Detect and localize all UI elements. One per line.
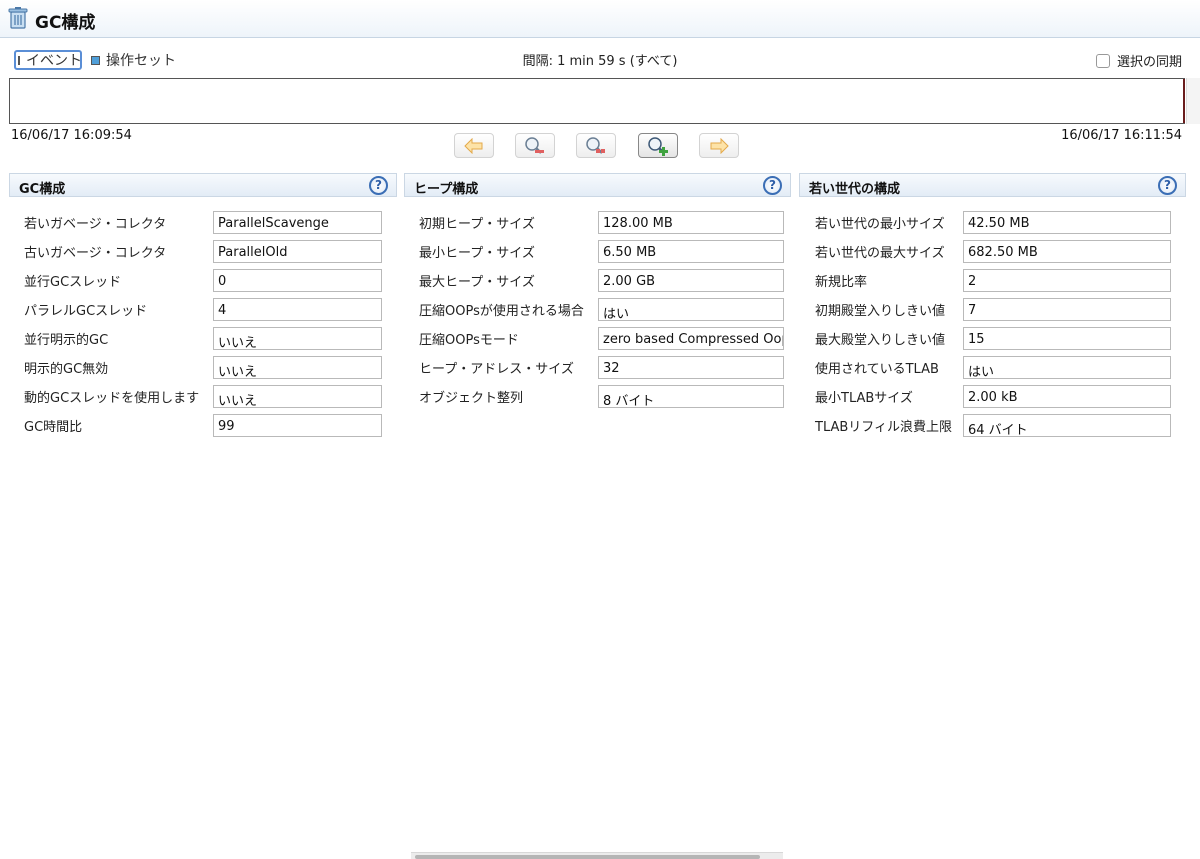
young-row-value[interactable]: 682.50 MB xyxy=(963,240,1171,263)
young-row-label: 最大殿堂入りしきい値 xyxy=(815,333,946,348)
gc-row-label: 若いガベージ・コレクタ xyxy=(24,217,167,232)
sync-selection-label: 選択の同期 xyxy=(1116,55,1182,70)
range-toolbar: イベント 操作セット 間隔: 1 min 59 s (すべて) 選択の同期 xyxy=(0,46,1200,72)
gc-row-value[interactable]: いいえ xyxy=(213,356,382,379)
heap-row-label: 最大ヒープ・サイズ xyxy=(419,275,535,290)
young-row-value[interactable]: 42.50 MB xyxy=(963,211,1171,234)
timeline-scrollbar[interactable] xyxy=(1186,78,1200,124)
heap-panel-horizontal-scrollbar[interactable] xyxy=(411,852,783,859)
sync-selection-checkbox[interactable] xyxy=(1095,53,1110,68)
gc-row-label: 明示的GC無効 xyxy=(24,362,109,377)
gc-config-panel-header: GC構成 ? xyxy=(9,173,397,197)
heap-row-label: オブジェクト整列 xyxy=(419,391,524,406)
gc-row-value[interactable]: ParallelOld xyxy=(213,240,382,263)
gc-row-value[interactable]: いいえ xyxy=(213,385,382,408)
heap-row-label: 初期ヒープ・サイズ xyxy=(419,217,535,232)
gc-row-value[interactable]: 0 xyxy=(213,269,382,292)
title-bar: GC構成 xyxy=(0,0,1200,38)
sync-selection-toggle[interactable]: 選択の同期 xyxy=(1095,51,1182,70)
heap-row-value[interactable]: 128.00 MB xyxy=(598,211,784,234)
heap-row-label: 圧縮OOPsが使用される場合 xyxy=(419,304,584,319)
zoom-reset-icon xyxy=(586,136,605,154)
young-gen-panel-header: 若い世代の構成 ? xyxy=(799,173,1186,197)
young-gen-help-icon[interactable]: ? xyxy=(1158,176,1177,195)
timeline-range-chart[interactable] xyxy=(9,78,1185,124)
gc-row-value[interactable]: 4 xyxy=(213,298,382,321)
back-button[interactable] xyxy=(454,133,494,158)
zoom-out-icon xyxy=(525,136,544,154)
gc-row-value[interactable]: ParallelScavenge xyxy=(213,211,382,234)
young-row-value[interactable]: 15 xyxy=(963,327,1171,350)
young-row-label: TLABリフィル浪費上限 xyxy=(815,420,953,435)
zoom-reset-button[interactable] xyxy=(576,133,616,158)
young-row-label: 若い世代の最小サイズ xyxy=(815,217,945,232)
zoom-out-button[interactable] xyxy=(515,133,555,158)
heap-row-label: 最小ヒープ・サイズ xyxy=(419,246,535,261)
gc-row-value[interactable]: いいえ xyxy=(213,327,382,350)
gc-row-label: パラレルGCスレッド xyxy=(24,304,148,319)
gc-row-label: GC時間比 xyxy=(24,420,83,435)
young-row-label: 若い世代の最大サイズ xyxy=(815,246,945,261)
timeline-start-time: 16/06/17 16:09:54 xyxy=(11,128,132,143)
trash-can-icon xyxy=(8,7,28,29)
heap-row-label: 圧縮OOPsモード xyxy=(419,333,519,348)
heap-row-label: ヒープ・アドレス・サイズ xyxy=(419,362,574,377)
gc-config-panel-title: GC構成 xyxy=(19,182,66,197)
young-row-value[interactable]: 2 xyxy=(963,269,1171,292)
young-row-label: 新規比率 xyxy=(815,275,868,290)
young-row-label: 使用されているTLAB xyxy=(815,362,939,377)
gc-row-label: 動的GCスレッドを使用します xyxy=(24,391,200,406)
gc-row-label: 古いガベージ・コレクタ xyxy=(24,246,167,261)
scrollbar-thumb[interactable] xyxy=(415,855,760,859)
forward-arrow-icon xyxy=(710,137,729,154)
gc-row-label: 並行GCスレッド xyxy=(24,275,122,290)
young-row-value[interactable]: 64 バイト xyxy=(963,414,1171,437)
heap-row-value[interactable]: 8 バイト xyxy=(598,385,784,408)
interval-label: 間隔: 1 min 59 s (すべて) xyxy=(522,54,678,69)
timeline-selection-handle[interactable] xyxy=(1183,79,1185,123)
young-row-value[interactable]: 7 xyxy=(963,298,1171,321)
heap-config-panel-title: ヒープ構成 xyxy=(414,182,479,197)
young-row-value[interactable]: はい xyxy=(963,356,1171,379)
heap-config-panel-header: ヒープ構成 ? xyxy=(404,173,791,197)
young-gen-panel-title: 若い世代の構成 xyxy=(809,182,901,197)
zoom-in-button[interactable] xyxy=(638,133,678,158)
heap-row-value[interactable]: 32 xyxy=(598,356,784,379)
young-row-label: 最小TLABサイズ xyxy=(815,391,913,406)
gc-config-help-icon[interactable]: ? xyxy=(369,176,388,195)
timeline-end-time: 16/06/17 16:11:54 xyxy=(1061,128,1182,143)
zoom-in-icon xyxy=(648,136,668,156)
heap-row-value[interactable]: zero based Compressed Oops xyxy=(598,327,784,350)
back-arrow-icon xyxy=(464,137,483,154)
forward-button[interactable] xyxy=(699,133,739,158)
heap-row-value[interactable]: はい xyxy=(598,298,784,321)
young-row-value[interactable]: 2.00 kB xyxy=(963,385,1171,408)
heap-row-value[interactable]: 2.00 GB xyxy=(598,269,784,292)
page-title: GC構成 xyxy=(35,13,96,33)
young-row-label: 初期殿堂入りしきい値 xyxy=(815,304,946,319)
gc-row-label: 並行明示的GC xyxy=(24,333,109,348)
heap-config-help-icon[interactable]: ? xyxy=(763,176,782,195)
heap-row-value[interactable]: 6.50 MB xyxy=(598,240,784,263)
gc-row-value[interactable]: 99 xyxy=(213,414,382,437)
